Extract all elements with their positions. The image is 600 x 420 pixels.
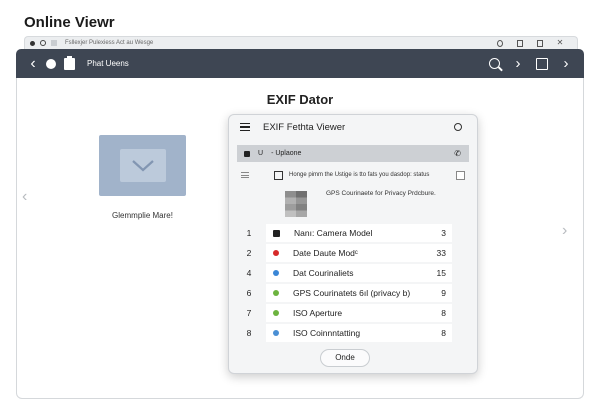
row-value: 15 [436,268,446,278]
row-value: 8 [441,308,446,318]
row-number: 1 [246,228,252,238]
row-label: ISO Aperture [293,308,343,318]
document-icon [273,229,280,237]
list-menu-icon[interactable] [241,171,249,180]
window-minimize-dot-icon[interactable] [40,40,46,46]
exif-row[interactable]: 6 GPS Courinatets 6ıl (privacy b) 9 [247,284,452,302]
status-message-row: Honge pimm the Ustige is tto fats you da… [239,169,467,181]
row-number: 2 [246,248,252,258]
browser-bar: Fsllexjer Pulexiess Act au Wesge ✕ [24,36,578,49]
phone-icon[interactable]: ✆ [454,149,461,158]
upload-bar-label: - Uplaone [271,150,302,157]
browser-refresh-icon[interactable] [497,39,503,47]
lock-icon [244,150,250,157]
row-value: 8 [441,328,446,338]
browser-tabs-text: Fsllexjer Pulexiess Act au Wesge [65,40,154,46]
exif-row[interactable]: 2 Date Daute Modᶜ 33 [247,244,452,262]
green-dot-icon [273,290,279,296]
green-dot-icon [273,310,279,316]
exif-row[interactable]: 7 ISO Aperture 8 [247,304,452,322]
exif-viewer-dialog: EXIF Fethta Viewer U - Uplaone ✆ Honge p… [228,114,478,374]
main-heading: EXIF Dator [266,92,334,107]
window-tab-icon[interactable] [51,40,57,46]
chevron-right-icon[interactable]: › [510,56,526,72]
image-thumbnail[interactable] [99,135,186,196]
exif-row[interactable]: 8 ISO Coinnntatting 8 [247,324,452,342]
row-value: 9 [441,288,446,298]
hamburger-menu-icon[interactable] [240,121,250,134]
row-label: GPS Courinatets 6ıl (privacy b) [293,288,411,298]
previous-image-arrow-icon[interactable]: ‹ [22,188,27,206]
image-icon [274,170,283,180]
red-dot-icon [273,250,279,256]
square-icon[interactable] [534,56,550,72]
thumbnail-caption: Glemmplie Mare! [112,211,173,220]
dialog-title: EXIF Fethta Viewer [263,121,346,133]
browser-restore-icon[interactable] [537,39,543,47]
blue-dot-icon [273,330,279,336]
row-value: 33 [436,248,446,258]
upload-bar[interactable]: U - Uplaone ✆ [237,145,469,162]
row-number: 6 [246,288,252,298]
browser-close-icon[interactable]: ✕ [557,39,564,47]
row-label: Dat Courinaliets [293,268,354,278]
exif-row[interactable]: 4 Dat Courinaliets 15 [247,264,452,282]
app-toolbar: ‹ Phat Ueens › › [16,49,584,78]
document-icon[interactable] [64,55,75,70]
record-dot-icon[interactable] [46,58,56,69]
row-label: ISO Coinnntatting [293,328,361,338]
row-number: 8 [246,328,252,338]
next-image-arrow-icon[interactable]: › [562,222,567,240]
blue-dot-icon [273,270,279,276]
pixelated-location-image [285,191,307,217]
settings-circle-icon[interactable] [454,123,462,131]
status-checkbox[interactable] [456,170,465,180]
search-icon[interactable] [486,56,502,72]
gps-privacy-note: GPS Courinaete for Privacy Prdcbure. [326,190,436,197]
row-number: 7 [246,308,252,318]
row-number: 4 [246,268,252,278]
row-label: Date Daute Modᶜ [293,248,358,258]
envelope-icon [119,149,166,182]
done-button[interactable]: Onde [320,349,370,367]
exif-row[interactable]: 1 Nanı: Camera Model 3 [247,224,452,242]
row-label: Nanı: Camera Model [294,228,373,238]
browser-maximize-icon[interactable] [517,39,523,47]
gps-privacy-block: GPS Courinaete for Privacy Prdcbure. [285,189,465,217]
next-chevron-icon[interactable]: › [558,56,574,72]
upload-bar-lock-label: U [258,150,264,157]
dialog-header: EXIF Fethta Viewer [229,115,477,139]
window-close-dot-icon[interactable] [30,40,35,46]
toolbar-title: Phat Ueens [87,59,129,68]
app-title: Online Viewr [24,14,115,31]
exif-data-list: 1 Nanı: Camera Model 3 2 Date Daute Modᶜ… [247,224,452,344]
status-message: Honge pimm the Ustige is tto fats you da… [289,172,430,178]
back-arrow-icon[interactable]: ‹ [26,55,40,72]
row-value: 3 [441,228,446,238]
